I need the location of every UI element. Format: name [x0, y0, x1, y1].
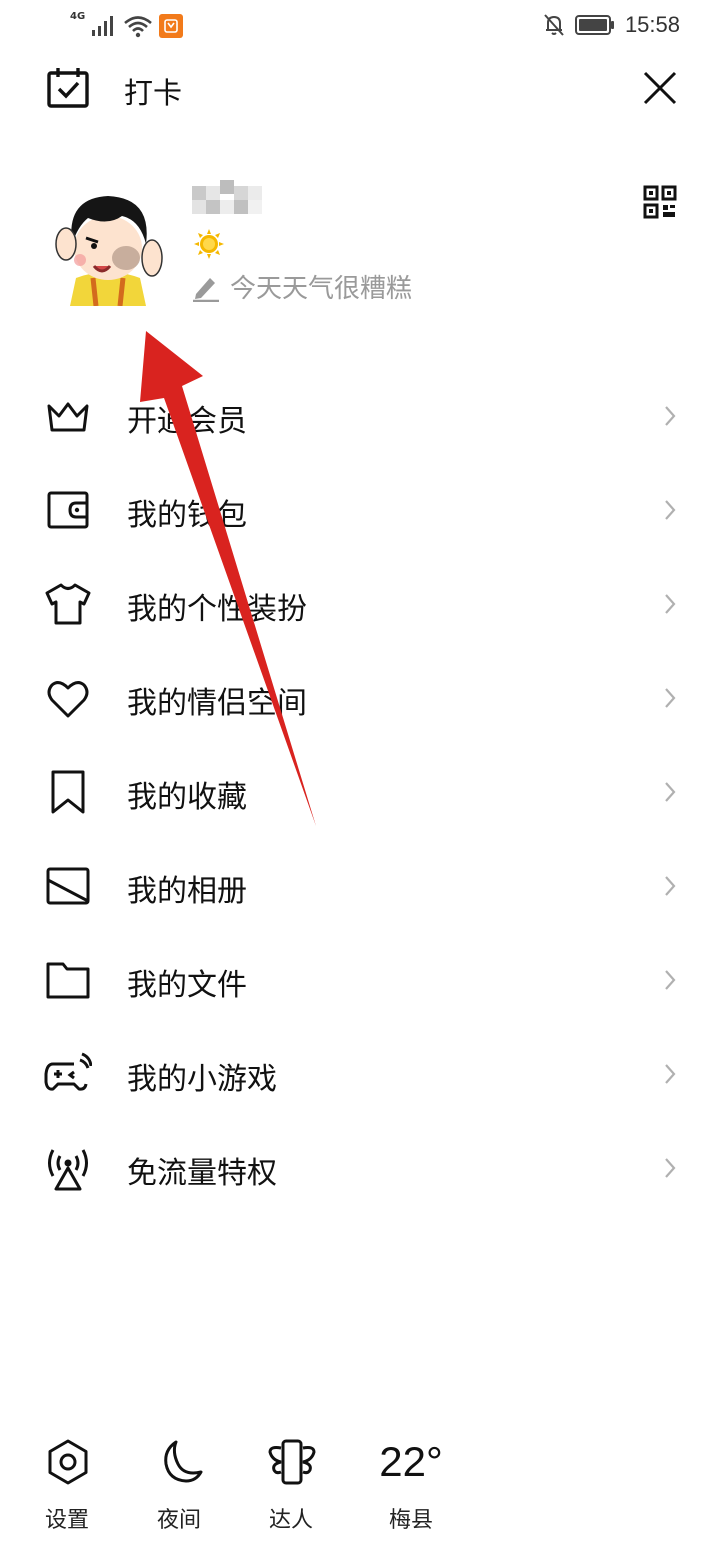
close-icon[interactable] [642, 70, 678, 106]
battery-icon [574, 15, 614, 35]
menu-item-favorites[interactable]: 我的收藏 [0, 744, 720, 838]
avatar[interactable] [48, 186, 168, 306]
checkin-label[interactable]: 打卡 [124, 70, 182, 112]
menu-item-label: 我的文件 [127, 968, 247, 1003]
menu-list: 开通会员 我的钱包 我的个性装扮 我的情侣空间 我的收藏 我的相册 我的文件 我… [0, 368, 720, 1214]
menu-item-label: 我的个性装扮 [127, 592, 307, 627]
chevron-right-icon [665, 688, 676, 708]
settings-label: 设置 [44, 1508, 89, 1533]
calendar-check-icon[interactable] [46, 66, 90, 110]
chevron-right-icon [665, 1158, 676, 1178]
bottom-bar: 设置 夜间 达人 22° 梅县 [0, 1430, 720, 1540]
menu-item-mini-games[interactable]: 我的小游戏 [0, 1026, 720, 1120]
menu-item-personalization[interactable]: 我的个性装扮 [0, 556, 720, 650]
app-notification-icon [159, 14, 184, 38]
chevron-right-icon [665, 782, 676, 802]
sun-level-icon [194, 229, 224, 259]
signature-row[interactable]: 今天天气很糟糕 [192, 268, 412, 305]
status-right: 15:58 [543, 12, 680, 38]
night-mode-button[interactable]: 夜间 [134, 1430, 224, 1540]
chevron-right-icon [665, 970, 676, 990]
clock-time: 15:58 [624, 12, 680, 37]
menu-item-album[interactable]: 我的相册 [0, 838, 720, 932]
chevron-right-icon [665, 876, 676, 896]
nickname-blurred[interactable] [192, 180, 268, 220]
status-bar: 4G 15:58 [0, 0, 720, 56]
night-label: 夜间 [156, 1508, 201, 1533]
status-left: 4G [70, 11, 184, 38]
mute-bell-icon [544, 14, 564, 36]
menu-item-label: 我的小游戏 [127, 1062, 277, 1097]
settings-button[interactable]: 设置 [22, 1430, 112, 1540]
tshirt-icon [45, 583, 91, 625]
pencil-icon [193, 277, 219, 302]
temperature-value: 22° [379, 1438, 443, 1485]
menu-item-label: 开通会员 [127, 404, 247, 439]
menu-item-wallet[interactable]: 我的钱包 [0, 462, 720, 556]
expert-button[interactable]: 达人 [246, 1430, 336, 1540]
menu-item-free-data[interactable]: 免流量特权 [0, 1120, 720, 1214]
photo-album-icon [46, 867, 90, 905]
crown-icon [47, 402, 89, 432]
heart-icon [47, 681, 89, 718]
wifi-icon [124, 16, 153, 38]
phone-wings-icon [268, 1439, 316, 1485]
menu-item-label: 免流量特权 [127, 1156, 277, 1191]
qr-code-icon[interactable] [642, 184, 678, 220]
folder-icon [46, 962, 90, 999]
settings-hexagon-icon [48, 1439, 88, 1485]
menu-item-label: 我的情侣空间 [127, 686, 307, 721]
wallet-icon [47, 491, 89, 529]
signal-tower-icon [48, 1149, 88, 1191]
city-label: 梅县 [388, 1508, 433, 1533]
network-type-label: 4G [70, 11, 86, 22]
chevron-right-icon [665, 1064, 676, 1084]
menu-item-label: 我的钱包 [127, 498, 247, 533]
menu-item-label: 我的相册 [127, 874, 247, 909]
menu-item-couple-space[interactable]: 我的情侣空间 [0, 650, 720, 744]
weather-button[interactable]: 22° 梅县 [366, 1430, 456, 1540]
header: 打卡 [0, 56, 720, 126]
signal-icon [92, 16, 114, 36]
moon-icon [164, 1440, 203, 1483]
chevron-right-icon [665, 500, 676, 520]
chevron-right-icon [665, 594, 676, 614]
chevron-right-icon [665, 406, 676, 426]
menu-item-label: 我的收藏 [127, 780, 247, 815]
signature-text: 今天天气很糟糕 [230, 274, 413, 304]
bookmark-icon [51, 770, 85, 814]
expert-label: 达人 [268, 1508, 313, 1533]
menu-item-vip[interactable]: 开通会员 [0, 368, 720, 462]
gamepad-icon [44, 1052, 92, 1091]
menu-item-files[interactable]: 我的文件 [0, 932, 720, 1026]
